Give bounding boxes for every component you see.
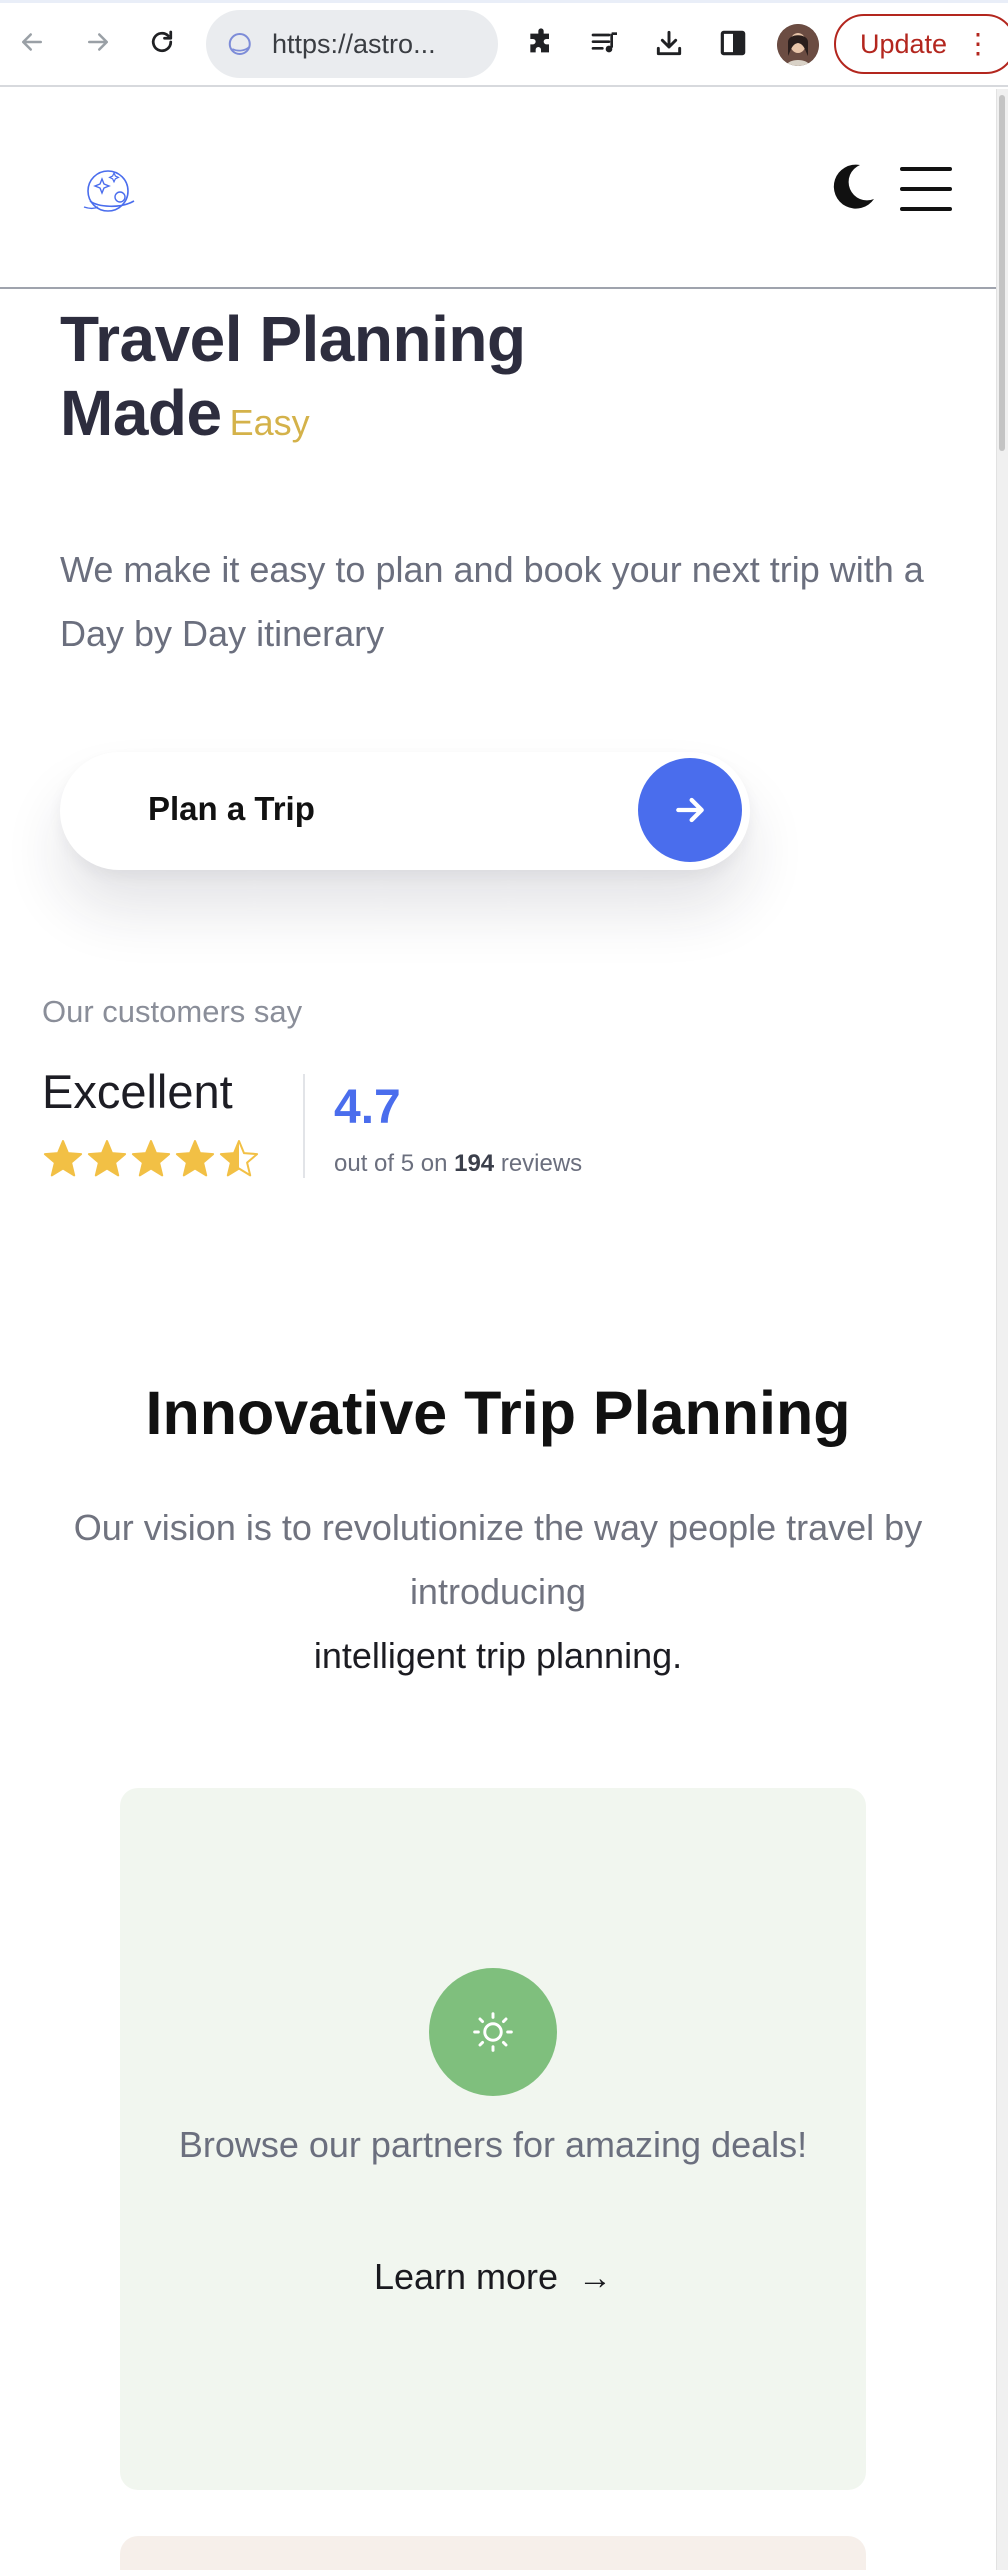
rating-detail-suffix: reviews — [500, 1150, 583, 1177]
learn-more-link[interactable]: Learn more → — [120, 2256, 866, 2298]
section-emphasis: intelligent trip planning. — [313, 1635, 683, 1676]
site-favicon-icon — [228, 33, 251, 55]
hero-title-line2: Made — [60, 377, 222, 449]
reload-button[interactable] — [140, 20, 184, 64]
arrow-right-icon — [88, 33, 108, 51]
next-card — [120, 2536, 866, 2570]
star-rating — [43, 1140, 259, 1177]
section-title: Innovative Trip Planning — [145, 1379, 851, 1447]
playlist-icon — [591, 32, 617, 53]
plan-trip-label: Plan a Trip — [148, 790, 315, 827]
rating-detail-prefix: out of 5 on — [334, 1150, 448, 1177]
arrow-left-icon — [22, 33, 42, 51]
hero-subtitle: We make it easy to plan and book your ne… — [60, 549, 924, 654]
star-icon — [219, 1140, 259, 1177]
arrow-right-icon: → — [578, 2259, 613, 2297]
rating-value: 4.7 — [334, 1081, 401, 1134]
browser-toolbar: https://astro... Update ⋮ — [0, 0, 1008, 87]
site-logo-icon[interactable] — [78, 159, 142, 223]
puzzle-icon — [530, 28, 549, 53]
reload-icon — [151, 30, 173, 53]
media-control-button[interactable] — [584, 22, 626, 64]
star-icon — [175, 1140, 215, 1177]
extensions-button[interactable] — [520, 22, 562, 64]
hero-title-accent: Easy — [229, 402, 310, 443]
review-count: 194 — [454, 1150, 495, 1177]
side-panel-icon — [720, 30, 746, 56]
update-button[interactable]: Update ⋮ — [834, 14, 1008, 74]
downloads-button[interactable] — [648, 22, 690, 64]
star-icon — [43, 1140, 83, 1177]
person-icon — [777, 24, 819, 66]
partners-card: Browse our partners for amazing deals! L… — [120, 1788, 866, 2490]
hero-title: Travel Planning Made Easy — [60, 302, 526, 460]
arrow-right-icon — [676, 797, 704, 823]
rating-detail: out of 5 on 194 reviews — [334, 1150, 582, 1178]
download-icon — [656, 30, 682, 56]
loading-indicator — [0, 0, 1008, 3]
plan-trip-go-button[interactable] — [638, 758, 742, 862]
site-header — [0, 89, 996, 289]
hamburger-menu-icon[interactable] — [900, 167, 952, 211]
reviews-verdict: Excellent — [42, 1065, 233, 1118]
address-bar[interactable]: https://astro... — [206, 10, 498, 78]
scrollbar-thumb[interactable] — [999, 95, 1005, 451]
side-panel-button[interactable] — [712, 22, 754, 64]
page-scrollbar[interactable] — [996, 89, 1008, 2570]
back-button[interactable] — [10, 20, 54, 64]
url-text: https://astro... — [272, 28, 436, 59]
forward-button[interactable] — [76, 20, 120, 64]
reviews-divider — [303, 1074, 305, 1178]
more-options-icon[interactable]: ⋮ — [964, 30, 992, 58]
learn-more-label: Learn more — [373, 2256, 559, 2297]
section-description: Our vision is to revolutionize the way p… — [73, 1507, 923, 1612]
reviews-heading: Our customers say — [42, 994, 303, 1029]
sun-icon — [473, 2012, 513, 2052]
dark-mode-toggle-icon[interactable] — [826, 161, 878, 213]
partners-card-text: Browse our partners for amazing deals! — [178, 2124, 808, 2165]
partners-icon-badge — [429, 1968, 557, 2096]
hero-title-line1: Travel Planning — [60, 303, 526, 375]
plan-trip-button[interactable]: Plan a Trip — [60, 752, 750, 870]
profile-avatar[interactable] — [777, 24, 819, 66]
star-icon — [87, 1140, 127, 1177]
star-icon — [131, 1140, 171, 1177]
update-label: Update — [860, 28, 948, 59]
